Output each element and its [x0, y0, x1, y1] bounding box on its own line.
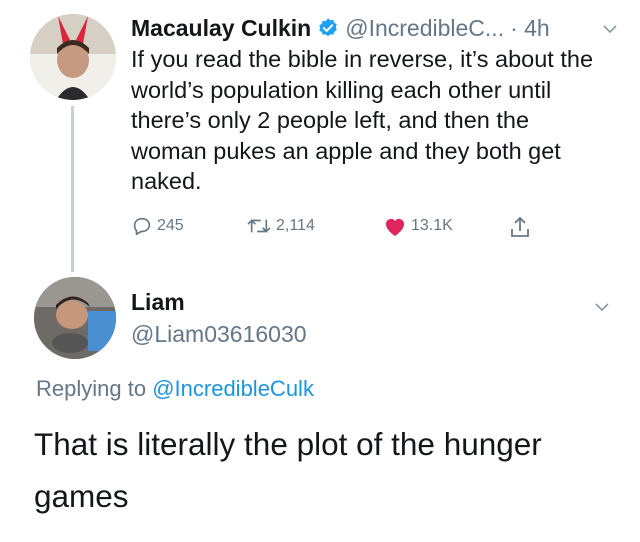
tweet-actions: 245 2,114 13.1K — [131, 215, 551, 245]
replying-prefix: Replying to — [36, 376, 147, 401]
reply-text: That is literally the plot of the hunger… — [34, 426, 542, 514]
avatar[interactable] — [34, 277, 116, 359]
like-icon — [386, 219, 404, 236]
replying-to-link[interactable]: @IncredibleCulk — [152, 376, 314, 401]
avatar-photo — [30, 14, 116, 100]
reply-author-handle[interactable]: @Liam03616030 — [131, 321, 307, 348]
reply-button[interactable]: 245 — [131, 215, 184, 237]
thread-line — [71, 106, 74, 272]
reply-author-name[interactable]: Liam — [131, 289, 185, 316]
share-icon — [511, 216, 529, 237]
avatar-photo — [34, 277, 116, 359]
retweet-button[interactable]: 2,114 — [246, 215, 315, 237]
tweet-text: If you read the bible in reverse, it’s a… — [131, 46, 594, 194]
avatar[interactable] — [30, 14, 116, 100]
share-button[interactable] — [509, 215, 531, 239]
author-name[interactable]: Macaulay Culkin — [131, 15, 311, 42]
retweet-count: 2,114 — [276, 217, 315, 234]
replying-to: Replying to @IncredibleCulk — [36, 376, 314, 402]
chevron-down-icon[interactable] — [593, 298, 611, 316]
like-button[interactable]: 13.1K — [383, 215, 453, 237]
tweet-time[interactable]: · 4h — [510, 15, 550, 42]
reply-count: 245 — [157, 217, 184, 234]
tweet-header: Macaulay Culkin @IncredibleC... · 4h — [131, 12, 550, 44]
chevron-down-icon[interactable] — [601, 20, 619, 38]
like-count: 13.1K — [411, 217, 453, 234]
verified-icon — [319, 18, 337, 37]
author-handle[interactable]: @IncredibleC... — [345, 15, 504, 42]
retweet-icon — [247, 219, 271, 233]
reply-icon — [133, 217, 151, 236]
